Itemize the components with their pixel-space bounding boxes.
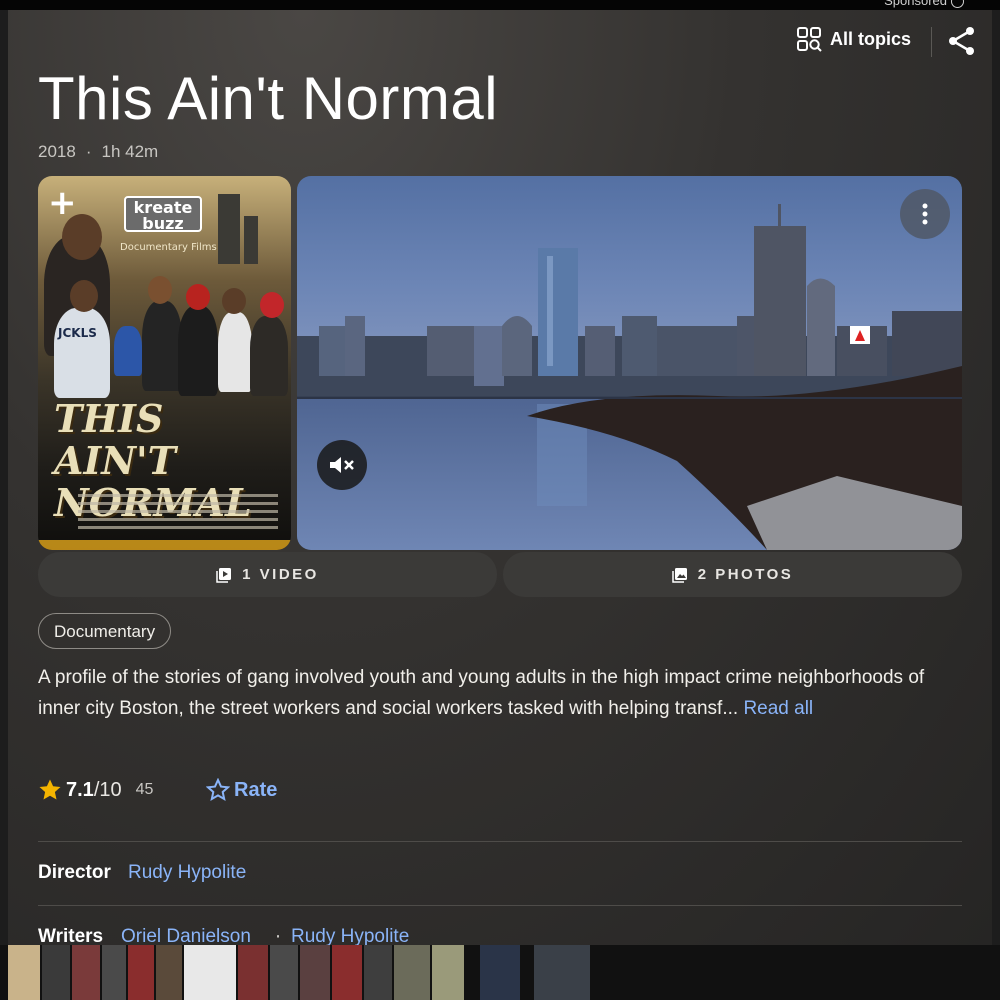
rate-button[interactable]: Rate [206,778,277,802]
movie-poster[interactable]: kreate buzz Documentary Films JCKLS THIS … [38,176,291,550]
all-topics-button[interactable]: All topics [796,26,911,52]
poster-figure [54,308,110,398]
poster-skyline [218,194,240,264]
more-vert-icon [922,203,928,225]
plus-icon: + [48,183,77,223]
photos-label: 2 PHOTOS [697,566,794,583]
description: A profile of the stories of gang involve… [38,662,958,724]
divider [931,27,932,57]
star-icon [39,779,61,800]
runtime: 1h 42m [101,142,159,161]
photos-button[interactable]: 2 PHOTOS [503,552,962,597]
all-topics-label: All topics [830,28,912,49]
sponsored-label: Sponsored [884,0,964,9]
videos-label: 1 VIDEO [242,566,319,583]
topics-grid-icon [797,27,822,52]
poster-brand-sub: Documentary Films [120,242,217,253]
page-title: This Ain't Normal [38,65,499,132]
read-all-link[interactable]: Read all [743,698,813,719]
photo-library-icon [671,567,687,583]
director-link[interactable]: Rudy Hypolite [128,862,246,884]
video-thumbnail-strip[interactable] [0,945,1000,1000]
add-to-watchlist-button[interactable]: + [48,184,77,222]
divider [38,905,962,906]
divider [38,841,962,842]
video-library-icon [216,567,232,583]
genre-chip[interactable]: Documentary [38,613,172,649]
city-skyline-scene [297,204,962,550]
thumbnail-frame[interactable] [8,945,40,1000]
rating-scale: /10 [93,778,122,801]
rating: 7.1/10 45 [38,778,153,802]
poster-credits [78,494,278,534]
video-player[interactable] [297,176,962,550]
volume-off-icon [330,457,354,473]
poster-brand-logo: kreate buzz [124,196,202,232]
rating-count: 45 [135,781,154,798]
share-icon[interactable] [946,25,978,57]
top-status-bar: Sponsored [0,0,1000,10]
mute-button[interactable] [317,440,367,490]
rating-score: 7.1 [66,778,94,801]
info-icon[interactable] [951,0,964,9]
star-outline-icon [206,778,230,801]
more-options-button[interactable] [900,189,950,239]
title-meta: 2018 · 1h 42m [38,142,159,161]
director-label: Director [38,862,111,883]
rate-label: Rate [234,778,278,801]
release-year: 2018 [38,142,76,161]
videos-button[interactable]: 1 VIDEO [38,552,497,597]
